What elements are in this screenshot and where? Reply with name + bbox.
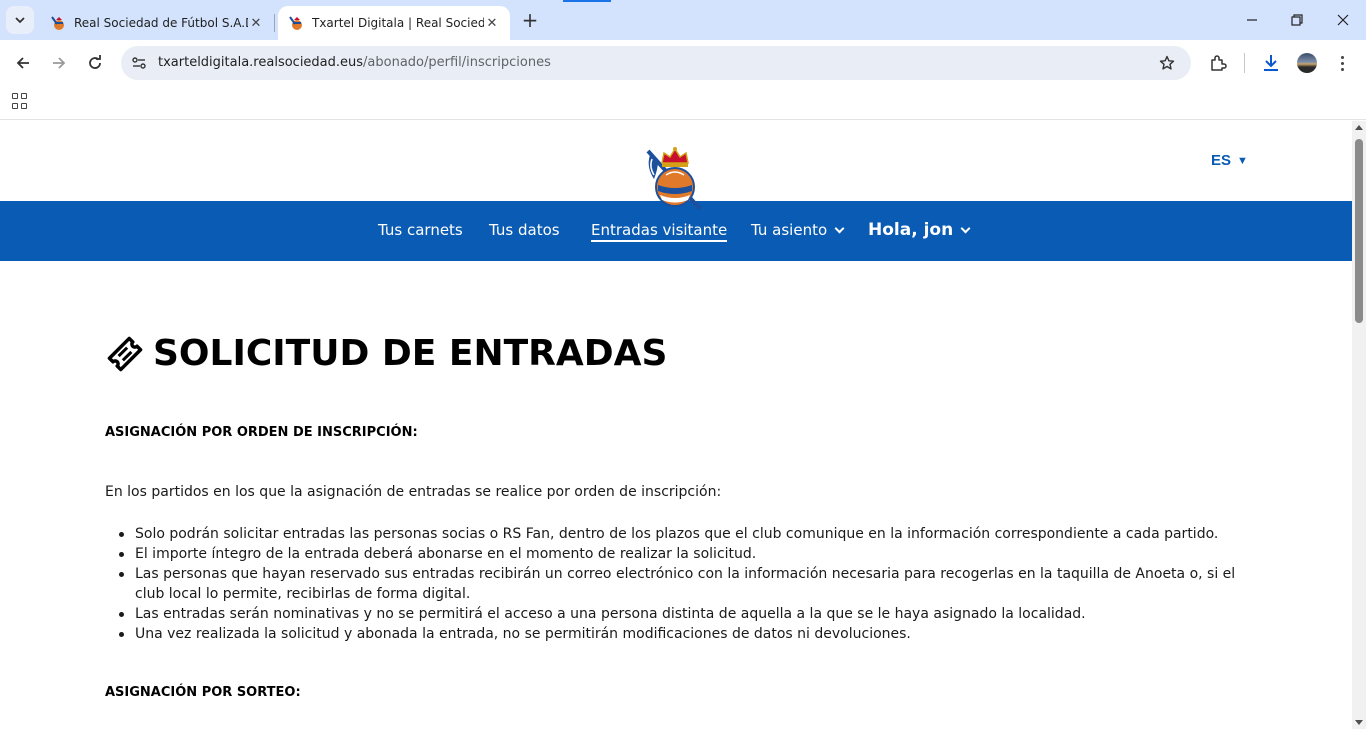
close-window-button[interactable] <box>1323 6 1363 34</box>
language-selector[interactable]: ES ▼ <box>1211 152 1248 169</box>
list-item: El importe íntegro de la entrada deberá … <box>119 544 1255 564</box>
url-text: txarteldigitala.realsociedad.eus/abonado… <box>158 55 551 70</box>
tab-title: Real Sociedad de Fútbol S.A.D. <box>74 16 248 30</box>
tab-txartel-digitala[interactable]: Txartel Digitala | Real Sociedad ✕ <box>278 6 510 40</box>
list-item: Las entradas serán nominativas y no se p… <box>119 604 1255 624</box>
club-crest-logo[interactable] <box>644 145 706 213</box>
restore-button[interactable] <box>1277 6 1317 34</box>
page-viewport: ES ▼ Tus carnets Tus datos Entradas visi… <box>0 121 1352 729</box>
nav-label: Entradas visitante <box>591 221 728 242</box>
chevron-down-icon <box>960 223 971 233</box>
tab-title: Txartel Digitala | Real Sociedad <box>312 16 484 30</box>
address-bar[interactable]: txarteldigitala.realsociedad.eus/abonado… <box>121 46 1191 80</box>
section-heading-inscripcion: ASIGNACIÓN POR ORDEN DE INSCRIPCIÓN: <box>105 425 418 440</box>
nav-label: Tus datos <box>489 221 560 239</box>
tab-separator <box>274 14 275 32</box>
url-path: /abonado/perfil/inscripciones <box>363 55 551 70</box>
forward-arrow-icon[interactable] <box>44 48 74 78</box>
tab-close-icon[interactable]: ✕ <box>248 15 264 31</box>
ticket-icon <box>105 334 145 374</box>
apps-grid-icon[interactable] <box>12 93 28 109</box>
tab-strip: Real Sociedad de Fútbol S.A.D. ✕ Txartel… <box>0 0 1366 40</box>
toolbar-divider <box>1244 53 1245 73</box>
bookmark-star-icon[interactable] <box>1157 53 1177 73</box>
page-scrollbar[interactable] <box>1352 121 1366 729</box>
language-label: ES <box>1211 152 1232 169</box>
list-item: Las personas que hayan reservado sus ent… <box>119 564 1255 604</box>
txartel-favicon-icon <box>288 15 304 31</box>
profile-avatar[interactable] <box>1297 53 1317 73</box>
page-title-text: SOLICITUD DE ENTRADAS <box>153 333 668 374</box>
site-info-icon[interactable] <box>129 53 149 73</box>
real-sociedad-favicon-icon <box>50 15 66 31</box>
tab-search-icon[interactable] <box>6 6 34 34</box>
back-arrow-icon[interactable] <box>8 48 38 78</box>
nav-tus-carnets[interactable]: Tus carnets <box>378 221 463 239</box>
nav-label: Tus carnets <box>378 221 463 239</box>
scroll-down-arrow-icon[interactable] <box>1355 720 1363 725</box>
list-item: Solo podrán solicitar entradas las perso… <box>119 524 1255 544</box>
scroll-up-arrow-icon[interactable] <box>1355 125 1363 130</box>
menu-dots-icon[interactable] <box>1332 51 1352 75</box>
extensions-icon[interactable] <box>1206 51 1230 75</box>
reload-icon[interactable] <box>80 48 110 78</box>
nav-user-menu[interactable]: Hola, jon <box>868 220 971 240</box>
scrollbar-thumb[interactable] <box>1355 139 1363 323</box>
bookmarks-bar <box>0 86 1366 120</box>
nav-label: Tu asiento <box>751 221 828 239</box>
tab-close-icon[interactable]: ✕ <box>484 15 500 31</box>
section-intro: En los partidos en los que la asignación… <box>105 484 722 500</box>
chevron-down-icon <box>834 223 845 233</box>
new-tab-button[interactable]: + <box>518 8 542 32</box>
list-item: Una vez realizada la solicitud y abonada… <box>119 624 1255 644</box>
page-title: SOLICITUD DE ENTRADAS <box>105 333 667 374</box>
user-greeting: Hola, jon <box>868 220 954 240</box>
browser-toolbar: txarteldigitala.realsociedad.eus/abonado… <box>0 40 1366 86</box>
section-heading-sorteo: ASIGNACIÓN POR SORTEO: <box>105 685 301 700</box>
nav-entradas-visitante[interactable]: Entradas visitante <box>591 221 728 242</box>
nav-tu-asiento[interactable]: Tu asiento <box>751 221 845 239</box>
nav-tus-datos[interactable]: Tus datos <box>489 221 560 239</box>
url-host: txarteldigitala.realsociedad.eus <box>158 55 364 70</box>
caret-down-icon: ▼ <box>1237 154 1248 167</box>
rules-list: Solo podrán solicitar entradas las perso… <box>119 524 1255 644</box>
loading-indicator <box>563 0 611 2</box>
download-icon[interactable] <box>1259 51 1283 75</box>
minimize-button[interactable] <box>1232 6 1272 34</box>
tab-real-sociedad[interactable]: Real Sociedad de Fútbol S.A.D. ✕ <box>40 6 274 40</box>
